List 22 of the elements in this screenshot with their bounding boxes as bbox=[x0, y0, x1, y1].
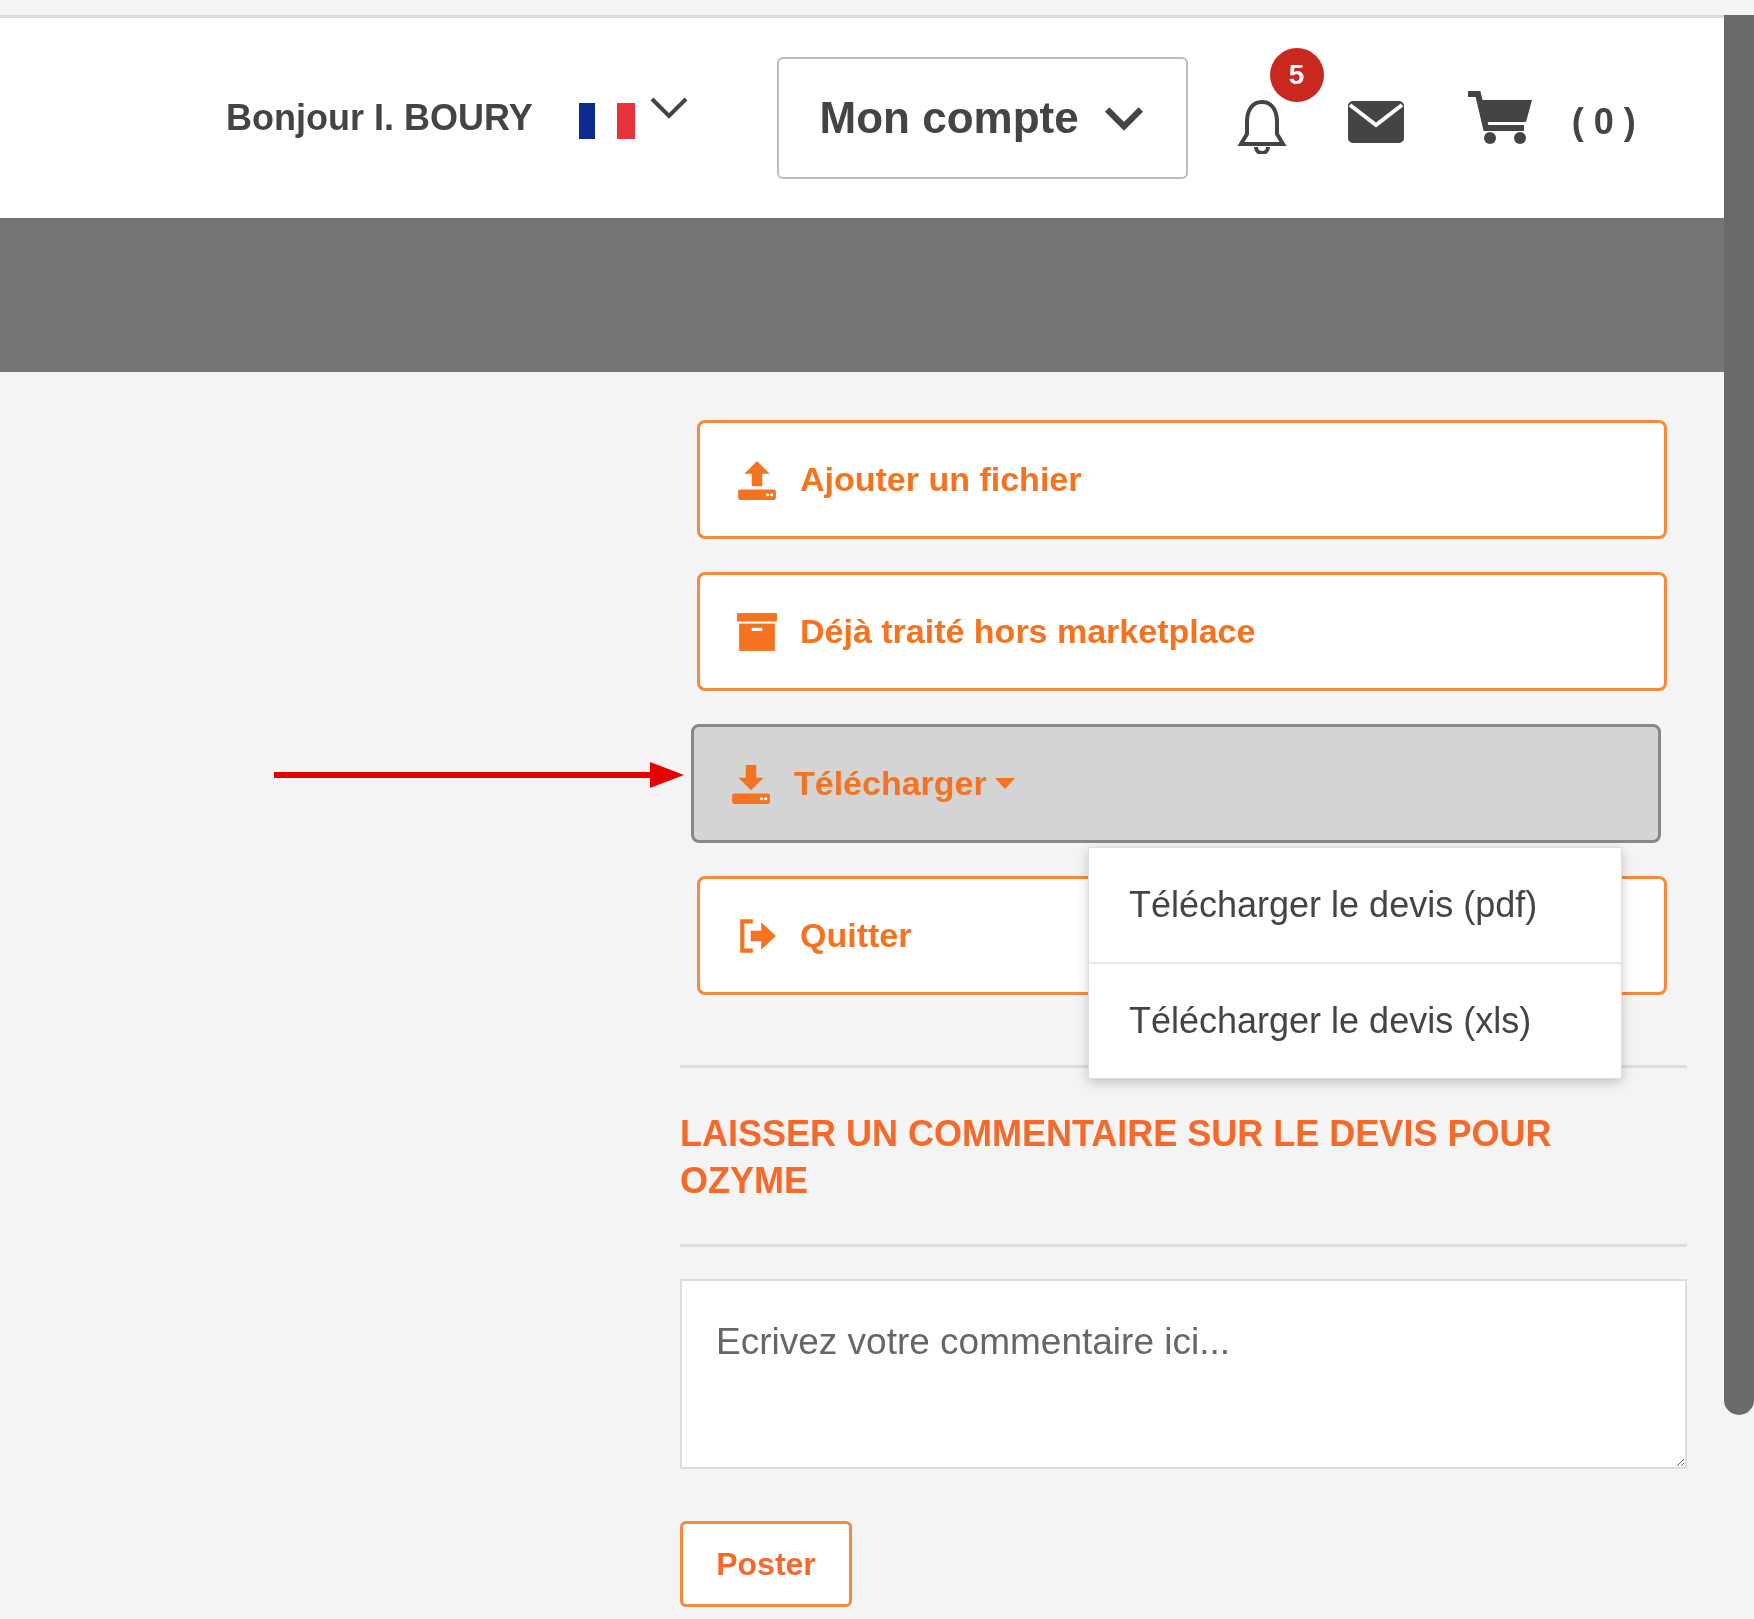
action-button[interactable]: Déjà traité hors marketplace bbox=[697, 572, 1667, 691]
flag-icon bbox=[578, 102, 635, 140]
action-button[interactable]: Télécharger bbox=[691, 724, 1661, 843]
comment-heading: LAISSER UN COMMENTAIRE SUR LE DEVIS POUR OZYME bbox=[680, 1112, 1553, 1203]
menu-item[interactable]: Télécharger le devis (pdf) bbox=[1089, 848, 1621, 962]
language-selector[interactable] bbox=[578, 96, 689, 140]
download-icon bbox=[730, 762, 772, 805]
bell-icon[interactable] bbox=[1235, 98, 1288, 154]
post-button[interactable]: Poster bbox=[680, 1521, 852, 1607]
comment-field[interactable]: Ecrivez votre commentaire ici... bbox=[680, 1279, 1687, 1469]
chevron-icon bbox=[1102, 105, 1145, 131]
archive-box-icon bbox=[736, 610, 778, 653]
mail-icon[interactable] bbox=[1347, 101, 1404, 143]
account-dropdown-button[interactable]: Mon compte bbox=[776, 57, 1188, 179]
chevron-icon bbox=[648, 96, 689, 120]
cart-icon[interactable] bbox=[1465, 90, 1534, 146]
notification-badge: 5 bbox=[1269, 48, 1324, 102]
action-button[interactable]: Ajouter un fichier bbox=[697, 420, 1667, 539]
cart-count: ( 0 ) bbox=[1571, 101, 1636, 143]
menu-item[interactable]: Télécharger le devis (xls) bbox=[1089, 962, 1621, 1078]
greeting-text: Bonjour I. BOURY bbox=[226, 97, 533, 139]
caret-icon bbox=[994, 777, 1015, 790]
